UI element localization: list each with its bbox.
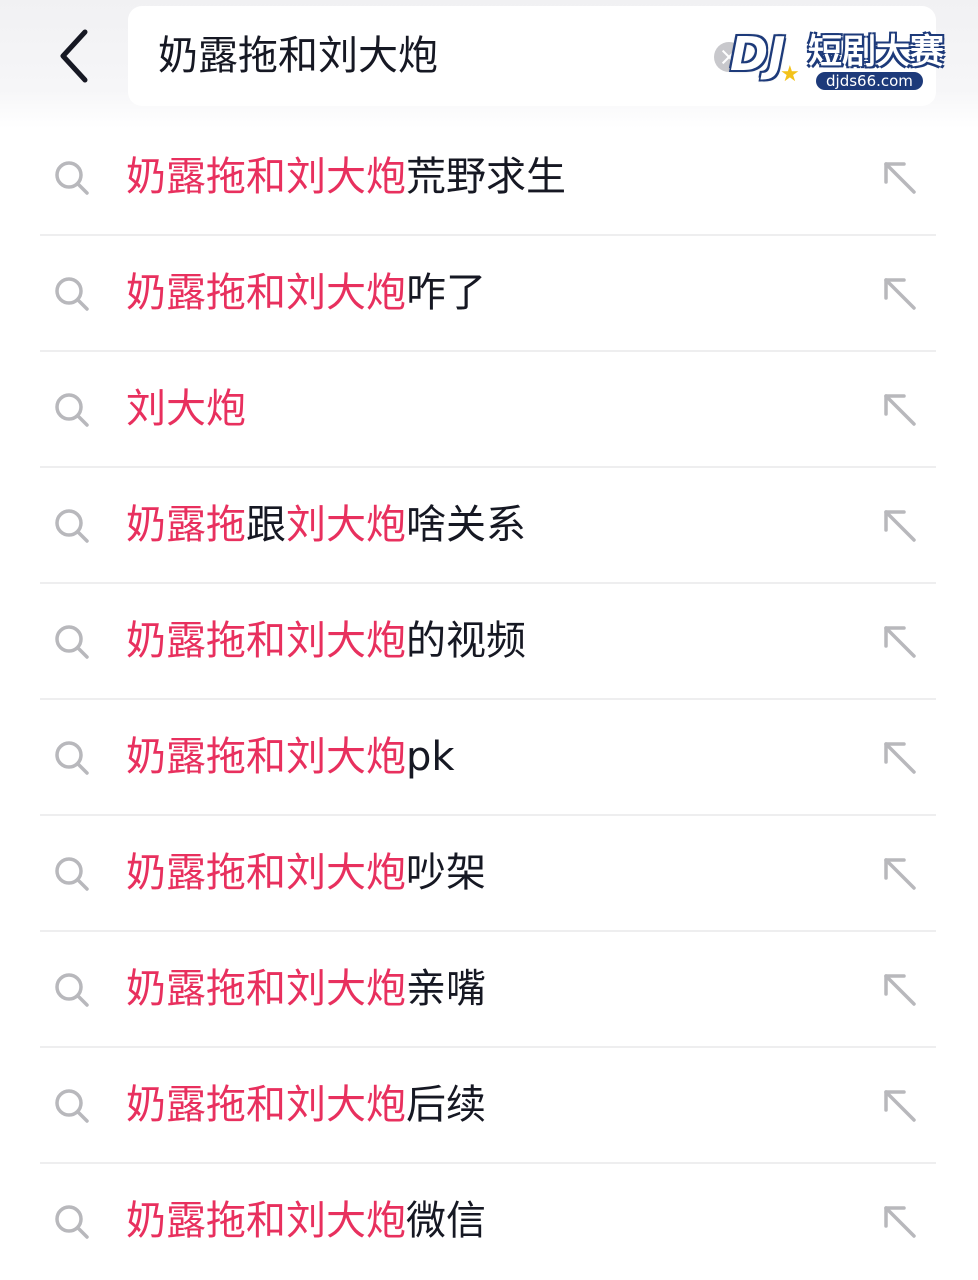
suggestion-suffix: 微信 [406, 1198, 486, 1244]
back-button[interactable] [44, 24, 104, 88]
suggestion-text: 奶露拖和刘大炮咋了 [126, 264, 486, 322]
suggestion-highlight: 刘大炮 [126, 386, 246, 432]
search-query[interactable]: 奶露拖和刘大炮 [158, 30, 438, 82]
suggestion-text: 奶露拖和刘大炮吵架 [126, 844, 486, 902]
watermark-dj-text: DJ [730, 27, 786, 81]
fill-query-button[interactable] [878, 968, 922, 1012]
suggestion-suffix: 啥关系 [406, 502, 526, 548]
watermark-url: djds66.com [816, 72, 923, 90]
suggestion-item[interactable]: 奶露拖和刘大炮亲嘴 [0, 932, 978, 1048]
fill-query-button[interactable] [878, 852, 922, 896]
suggestion-suffix: 吵架 [406, 850, 486, 896]
search-icon [55, 393, 89, 427]
suggestion-highlight: 奶露拖和刘大炮 [126, 154, 406, 200]
suggestion-item[interactable]: 刘大炮 [0, 352, 978, 468]
arrow-up-left-icon [884, 394, 916, 426]
suggestion-item[interactable]: 奶露拖和刘大炮后续 [0, 1048, 978, 1164]
fill-query-button[interactable] [878, 1084, 922, 1128]
chevron-left-icon [60, 29, 88, 83]
arrow-up-left-icon [884, 858, 916, 890]
suggestion-item[interactable]: 奶露拖跟刘大炮啥关系 [0, 468, 978, 584]
search-icon [55, 973, 89, 1007]
search-icon [55, 741, 89, 775]
suggestion-suffix: 咋了 [406, 270, 486, 316]
search-icon [55, 1205, 89, 1239]
search-icon [55, 1089, 89, 1123]
suggestion-text: 奶露拖和刘大炮荒野求生 [126, 148, 566, 206]
fill-query-button[interactable] [878, 388, 922, 432]
suggestion-suffix: pk [406, 734, 455, 780]
suggestion-highlight: 奶露拖和刘大炮 [126, 618, 406, 664]
arrow-up-left-icon [884, 974, 916, 1006]
star-icon: ★ [780, 62, 800, 87]
suggestion-highlight: 奶露拖和刘大炮 [126, 850, 406, 896]
suggestion-item[interactable]: 奶露拖和刘大炮微信 [0, 1164, 978, 1280]
suggestion-highlight: 刘大炮 [286, 502, 406, 548]
search-icon [55, 277, 89, 311]
suggestion-suffix: 亲嘴 [406, 966, 486, 1012]
suggestion-text: 奶露拖和刘大炮亲嘴 [126, 960, 486, 1018]
suggestion-suffix: 跟 [246, 502, 286, 548]
suggestion-suffix: 后续 [406, 1082, 486, 1128]
suggestion-suffix: 的视频 [406, 618, 526, 664]
arrow-up-left-icon [884, 626, 916, 658]
arrow-up-left-icon [884, 510, 916, 542]
suggestion-highlight: 奶露拖和刘大炮 [126, 966, 406, 1012]
arrow-up-left-icon [884, 1090, 916, 1122]
search-icon [55, 161, 89, 195]
arrow-up-left-icon [884, 162, 916, 194]
suggestion-text: 奶露拖和刘大炮后续 [126, 1076, 486, 1134]
watermark-title: 短剧大赛 [808, 32, 944, 72]
fill-query-button[interactable] [878, 620, 922, 664]
search-icon [55, 625, 89, 659]
suggestion-text: 刘大炮 [126, 380, 246, 438]
watermark-logo: DJ ★ 短剧大赛 djds66.com [730, 26, 950, 94]
fill-query-button[interactable] [878, 272, 922, 316]
suggestion-highlight: 奶露拖 [126, 502, 246, 548]
suggestion-list: 奶露拖和刘大炮荒野求生 奶露拖和刘大炮咋了 刘大炮 奶露拖跟刘大炮啥关系 奶露拖… [0, 120, 978, 1280]
arrow-up-left-icon [884, 278, 916, 310]
fill-query-button[interactable] [878, 156, 922, 200]
suggestion-suffix: 荒野求生 [406, 154, 566, 200]
arrow-up-left-icon [884, 1206, 916, 1238]
suggestion-item[interactable]: 奶露拖和刘大炮吵架 [0, 816, 978, 932]
suggestion-text: 奶露拖和刘大炮pk [126, 728, 455, 786]
search-header: 奶露拖和刘大炮 DJ ★ 短剧大赛 djds66.com [0, 0, 978, 128]
fill-query-button[interactable] [878, 504, 922, 548]
suggestion-item[interactable]: 奶露拖和刘大炮咋了 [0, 236, 978, 352]
suggestion-highlight: 奶露拖和刘大炮 [126, 1198, 406, 1244]
search-icon [55, 509, 89, 543]
suggestion-item[interactable]: 奶露拖和刘大炮荒野求生 [0, 120, 978, 236]
fill-query-button[interactable] [878, 736, 922, 780]
suggestion-highlight: 奶露拖和刘大炮 [126, 270, 406, 316]
fill-query-button[interactable] [878, 1200, 922, 1244]
search-icon [55, 857, 89, 891]
suggestion-text: 奶露拖和刘大炮微信 [126, 1192, 486, 1250]
suggestion-highlight: 奶露拖和刘大炮 [126, 734, 406, 780]
arrow-up-left-icon [884, 742, 916, 774]
suggestion-item[interactable]: 奶露拖和刘大炮pk [0, 700, 978, 816]
suggestion-item[interactable]: 奶露拖和刘大炮的视频 [0, 584, 978, 700]
suggestion-text: 奶露拖跟刘大炮啥关系 [126, 496, 526, 554]
suggestion-text: 奶露拖和刘大炮的视频 [126, 612, 526, 670]
suggestion-highlight: 奶露拖和刘大炮 [126, 1082, 406, 1128]
